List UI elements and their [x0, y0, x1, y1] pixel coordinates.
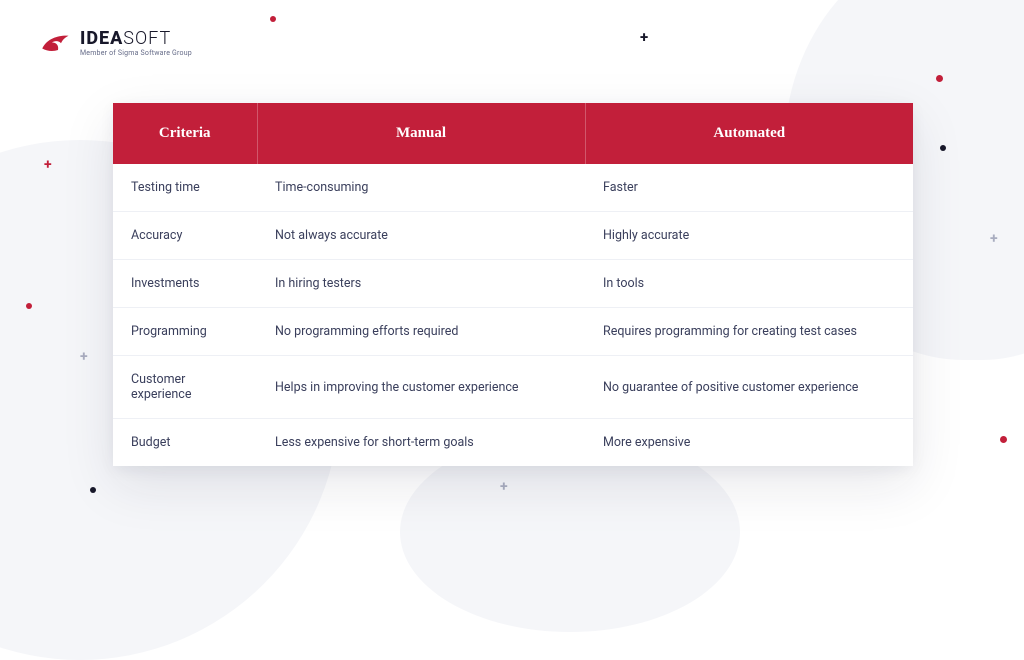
brand-logo: IDEASOFT Member of Sigma Software Group [40, 30, 192, 57]
dot-decor [90, 487, 96, 493]
table: Criteria Manual Automated Testing time T… [113, 103, 913, 466]
cell-automated: Requires programming for creating test c… [585, 308, 913, 356]
table-row: Accuracy Not always accurate Highly accu… [113, 212, 913, 260]
cell-manual: Time-consuming [257, 164, 585, 212]
cell-criteria: Budget [113, 419, 257, 467]
cell-manual: Not always accurate [257, 212, 585, 260]
cell-automated: More expensive [585, 419, 913, 467]
header-criteria: Criteria [113, 103, 257, 164]
cell-manual: In hiring testers [257, 260, 585, 308]
cell-manual: Helps in improving the customer experien… [257, 356, 585, 419]
cell-criteria: Testing time [113, 164, 257, 212]
plus-icon: + [80, 350, 88, 364]
brand-name-bold: IDEA [80, 28, 123, 49]
bird-icon [40, 33, 70, 55]
brand-wordmark: IDEASOFT Member of Sigma Software Group [80, 30, 192, 57]
table-row: Testing time Time-consuming Faster [113, 164, 913, 212]
cell-automated: Highly accurate [585, 212, 913, 260]
cell-criteria: Accuracy [113, 212, 257, 260]
dot-decor [270, 16, 276, 22]
plus-icon: + [44, 158, 52, 172]
table-header-row: Criteria Manual Automated [113, 103, 913, 164]
cell-automated: No guarantee of positive customer experi… [585, 356, 913, 419]
table-row: Budget Less expensive for short-term goa… [113, 419, 913, 467]
table-row: Programming No programming efforts requi… [113, 308, 913, 356]
cell-automated: In tools [585, 260, 913, 308]
header-manual: Manual [257, 103, 585, 164]
cell-criteria: Customer experience [113, 356, 257, 419]
table-row: Investments In hiring testers In tools [113, 260, 913, 308]
cell-manual: No programming efforts required [257, 308, 585, 356]
table-row: Customer experience Helps in improving t… [113, 356, 913, 419]
brand-name-light: SOFT [123, 28, 171, 49]
cell-criteria: Investments [113, 260, 257, 308]
dot-decor [26, 303, 32, 309]
plus-icon: + [990, 232, 998, 246]
dot-decor [936, 75, 943, 82]
cell-manual: Less expensive for short-term goals [257, 419, 585, 467]
comparison-table: Criteria Manual Automated Testing time T… [113, 103, 913, 466]
plus-icon: + [500, 480, 508, 494]
brand-tagline: Member of Sigma Software Group [80, 50, 192, 57]
header-automated: Automated [585, 103, 913, 164]
cell-criteria: Programming [113, 308, 257, 356]
dot-decor [1000, 436, 1007, 443]
plus-icon: + [640, 30, 648, 45]
cell-automated: Faster [585, 164, 913, 212]
dot-decor [940, 145, 946, 151]
